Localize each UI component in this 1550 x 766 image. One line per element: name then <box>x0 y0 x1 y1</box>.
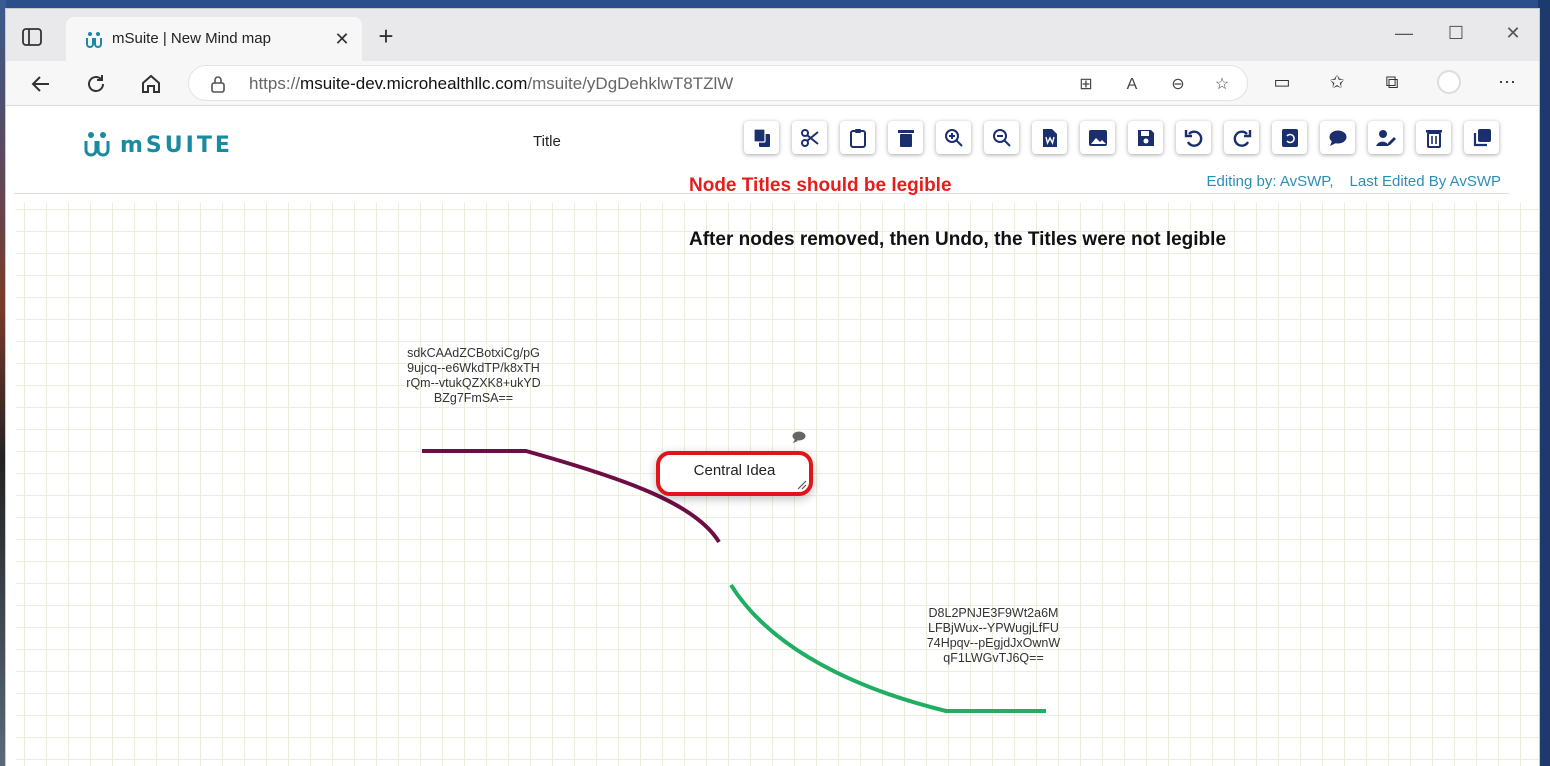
central-node-title: Central Idea <box>693 462 776 479</box>
node-top-left-title[interactable]: sdkCAAdZCBotxiCg/pG9ujcq--e6WkdTP/k8xTHr… <box>406 346 541 406</box>
node-bottom-right-title[interactable]: D8L2PNJE3F9Wt2a6MLFBjWux--YPWugjLfFU74Hp… <box>926 606 1061 666</box>
resize-handle-icon[interactable] <box>797 480 807 490</box>
mind-map-links <box>422 449 1046 713</box>
browser-window: mSuite | New Mind map ✕ + — ☐ ✕ https://… <box>5 8 1540 766</box>
node-comment-icon[interactable] <box>792 431 806 443</box>
central-node[interactable]: Central Idea <box>656 451 813 496</box>
